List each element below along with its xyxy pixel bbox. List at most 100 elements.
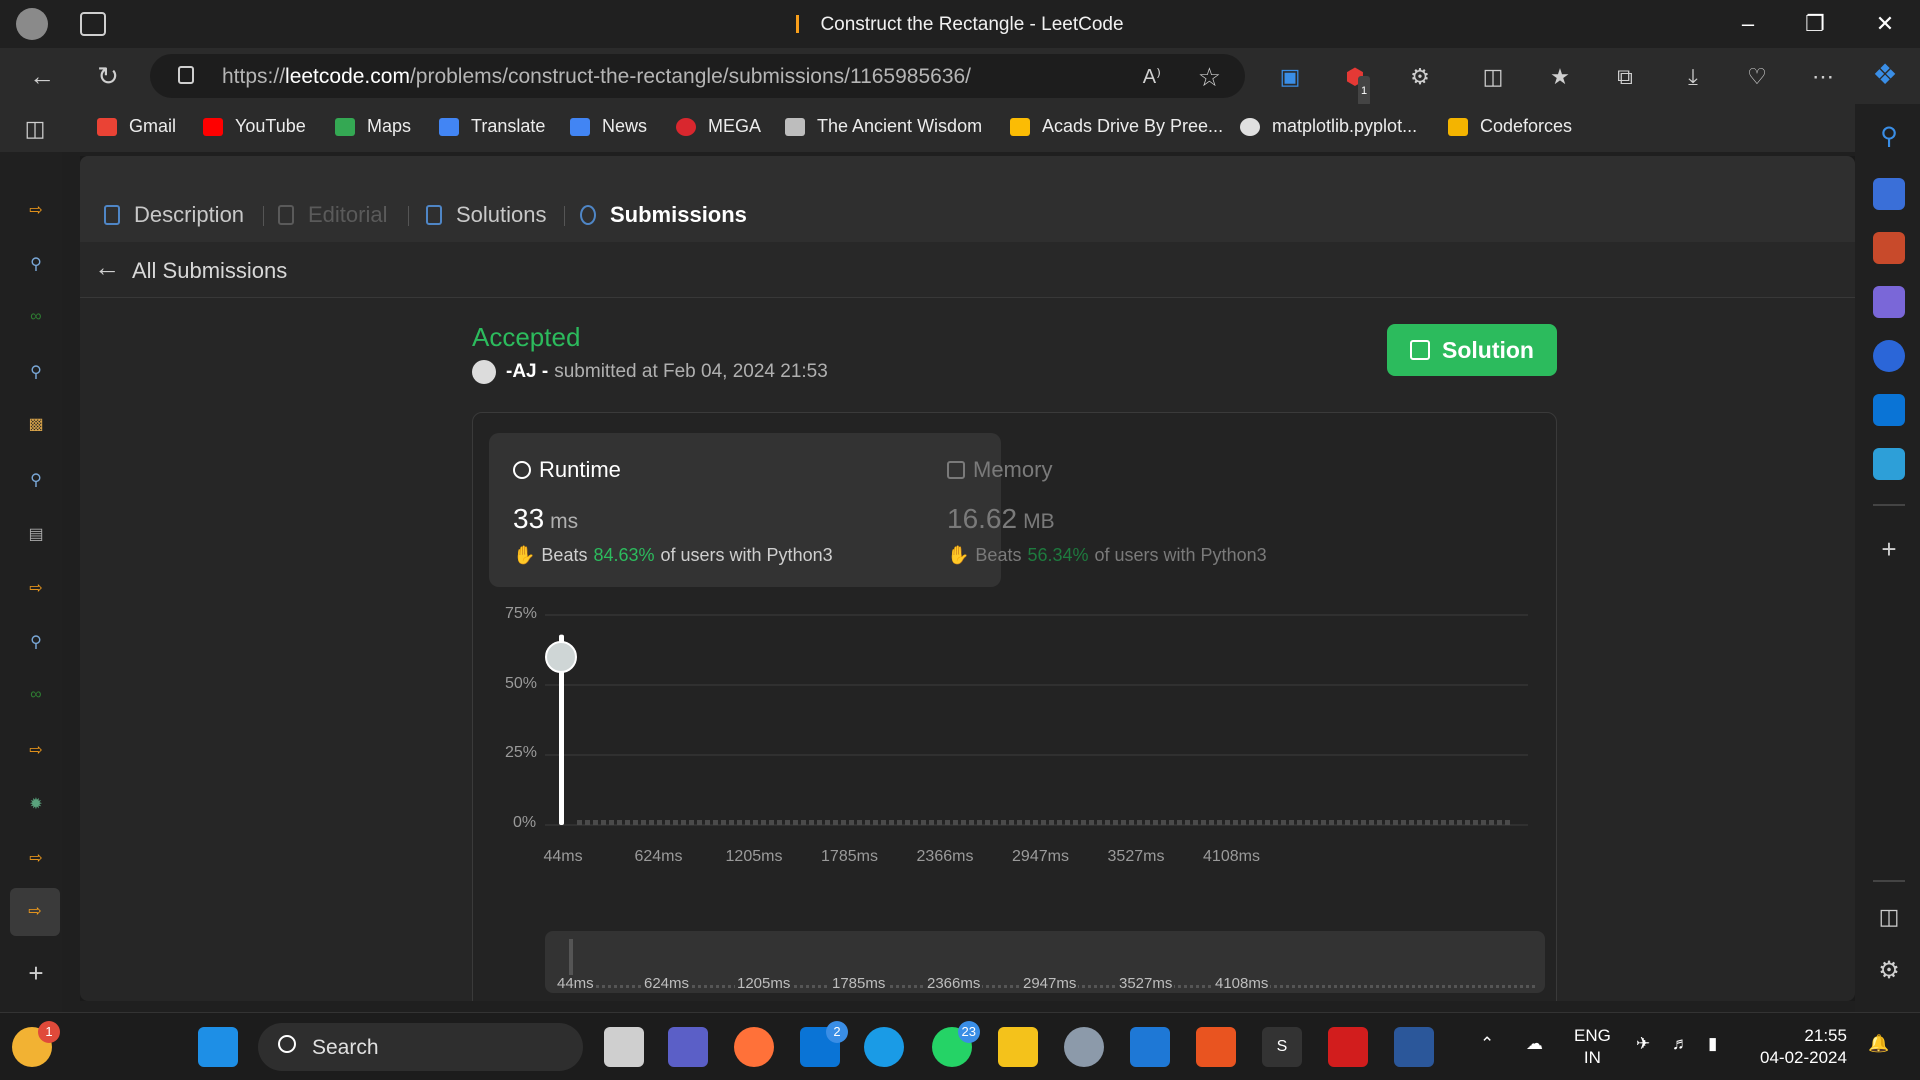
battery-icon[interactable]: ▮: [1708, 1033, 1717, 1055]
favorites-icon[interactable]: ★: [1545, 62, 1575, 92]
onedrive-icon[interactable]: ☁: [1526, 1033, 1543, 1055]
brush-handle[interactable]: [569, 939, 573, 975]
histogram-empty-bin: [873, 820, 878, 825]
current-submission-marker: [545, 641, 577, 673]
tab-chatgpt-icon[interactable]: ✹: [22, 794, 50, 818]
adblock-extension-icon[interactable]: ⬢ 1: [1340, 62, 1371, 106]
extensions-icon[interactable]: ⚙: [1405, 62, 1435, 92]
url-text[interactable]: https://leetcode.com/problems/construct-…: [222, 65, 971, 89]
back-button[interactable]: ←: [24, 60, 60, 92]
task-view-icon[interactable]: [604, 1027, 644, 1067]
sidebar-toggle-icon[interactable]: ◫: [20, 114, 50, 144]
histogram-empty-bin: [1025, 820, 1030, 825]
close-window-button[interactable]: ✕: [1870, 10, 1900, 38]
histogram-empty-bin: [753, 820, 758, 825]
weather-icon[interactable]: 1: [12, 1021, 60, 1067]
clock[interactable]: 21:55 04-02-2024: [1760, 1025, 1847, 1069]
bookmark-gmail[interactable]: Gmail: [97, 116, 176, 137]
outlook-icon[interactable]: [1873, 394, 1905, 426]
games-icon[interactable]: [1873, 286, 1905, 318]
tab-submissions[interactable]: Submissions: [580, 202, 747, 228]
tab-cc-icon[interactable]: ▤: [22, 524, 50, 548]
bookmark-translate[interactable]: Translate: [439, 116, 545, 137]
tab-image-icon[interactable]: ▩: [22, 414, 50, 438]
tab-solutions[interactable]: Solutions: [426, 202, 547, 228]
bookmark-acads-drive[interactable]: Acads Drive By Pree...: [1010, 116, 1223, 137]
vscode-icon[interactable]: [1130, 1027, 1170, 1067]
ubuntu-icon[interactable]: [1196, 1027, 1236, 1067]
new-tab-icon[interactable]: +: [22, 958, 50, 988]
sidebar-search-icon[interactable]: ⚲: [1873, 122, 1905, 154]
sidebar-divider: [1873, 880, 1905, 882]
tab-description[interactable]: Description: [104, 202, 244, 228]
solution-button[interactable]: Solution: [1387, 324, 1557, 376]
airplane-mode-icon[interactable]: ✈: [1636, 1033, 1650, 1055]
restore-button[interactable]: ❐: [1800, 10, 1830, 38]
tab-leetcode-icon[interactable]: ⇨: [22, 740, 50, 764]
bookmark-matplotlib[interactable]: matplotlib.pyplot...: [1240, 116, 1417, 137]
bookmark-codeforces[interactable]: Codeforces: [1448, 116, 1572, 137]
language-indicator[interactable]: ENG IN: [1574, 1025, 1611, 1069]
bookmark-ancient-wisdom[interactable]: The Ancient Wisdom: [785, 116, 982, 137]
collections-icon[interactable]: ⧉: [1610, 62, 1640, 92]
tab-search-icon[interactable]: ⚲: [22, 254, 50, 278]
favorite-star-icon[interactable]: ☆: [1198, 62, 1221, 93]
lock-icon[interactable]: [178, 66, 194, 84]
mail-icon[interactable]: 2: [800, 1021, 848, 1067]
microsoft-365-icon[interactable]: [1873, 340, 1905, 372]
tab-editorial[interactable]: Editorial: [278, 202, 387, 228]
bookmark-youtube[interactable]: YouTube: [203, 116, 306, 137]
shopping-tag-icon[interactable]: [1873, 178, 1905, 210]
add-sidebar-app-icon[interactable]: +: [1873, 534, 1905, 566]
sidebar-settings-icon[interactable]: ⚙: [1873, 956, 1905, 988]
downloads-icon[interactable]: ⤓: [1678, 62, 1708, 92]
histogram-empty-bin: [769, 820, 774, 825]
all-submissions-link[interactable]: ← All Submissions: [80, 242, 1855, 298]
tab-search-icon[interactable]: ⚲: [22, 470, 50, 494]
taskbar-search[interactable]: Search: [258, 1023, 583, 1071]
tab-gfg-icon[interactable]: ∞: [22, 308, 50, 332]
tab-leetcode-active-icon[interactable]: ⇨: [10, 888, 60, 936]
word-icon[interactable]: [1394, 1027, 1434, 1067]
histogram-empty-bin: [865, 820, 870, 825]
tools-icon[interactable]: [1873, 232, 1905, 264]
teams-icon[interactable]: [668, 1027, 708, 1067]
tab-leetcode-icon[interactable]: ⇨: [22, 200, 50, 224]
hide-sidebar-icon[interactable]: ◫: [1873, 904, 1905, 936]
notifications-bell-icon[interactable]: 🔔: [1868, 1033, 1889, 1055]
more-menu-icon[interactable]: ⋯: [1808, 62, 1838, 92]
tab-gfg-icon[interactable]: ∞: [22, 686, 50, 710]
tab-leetcode-icon[interactable]: ⇨: [22, 578, 50, 602]
memory-stat[interactable]: Memory 16.62 MB ✋ Beats 56.34% of users with…: [923, 433, 1435, 587]
bookmark-maps[interactable]: Maps: [335, 116, 411, 137]
show-hidden-icons-chevron-icon[interactable]: ⌃: [1480, 1033, 1494, 1055]
tab-search-icon[interactable]: ⚲: [22, 632, 50, 656]
settings-icon[interactable]: [1064, 1027, 1104, 1067]
send-icon[interactable]: [1873, 448, 1905, 480]
tab-search-icon[interactable]: ⚲: [22, 362, 50, 386]
volume-icon[interactable]: ♬: [1672, 1033, 1689, 1055]
split-screen-icon[interactable]: ◫: [1478, 62, 1508, 92]
screenshot-icon[interactable]: ▣: [1275, 62, 1305, 92]
address-bar[interactable]: https://leetcode.com/problems/construct-…: [150, 54, 1245, 98]
bookmark-mega[interactable]: MEGA: [676, 116, 761, 137]
read-aloud-icon[interactable]: A⁾: [1143, 64, 1161, 89]
range-brush[interactable]: 44ms 624ms 1205ms 1785ms 2366ms 2947ms 3…: [545, 931, 1545, 993]
file-explorer-icon[interactable]: [998, 1027, 1038, 1067]
s-app-icon[interactable]: S: [1262, 1027, 1302, 1067]
histogram-empty-bin: [953, 820, 958, 825]
back-arrow-icon[interactable]: ←: [94, 252, 120, 283]
histogram-empty-bin: [945, 820, 950, 825]
browser-essentials-icon[interactable]: ♡: [1742, 62, 1772, 92]
tab-leetcode-icon[interactable]: ⇨: [22, 848, 50, 872]
edge-icon[interactable]: [864, 1027, 904, 1067]
refresh-button[interactable]: ↻: [90, 60, 126, 92]
minimize-button[interactable]: –: [1733, 10, 1763, 38]
copilot-icon[interactable]: ❖: [1870, 60, 1900, 90]
acrobat-icon[interactable]: [1328, 1027, 1368, 1067]
bookmark-news[interactable]: News: [570, 116, 647, 137]
firefox-icon[interactable]: [734, 1027, 774, 1067]
windows-start-icon[interactable]: [198, 1027, 238, 1067]
whatsapp-icon[interactable]: 23: [932, 1021, 980, 1067]
user-avatar[interactable]: [472, 360, 496, 384]
